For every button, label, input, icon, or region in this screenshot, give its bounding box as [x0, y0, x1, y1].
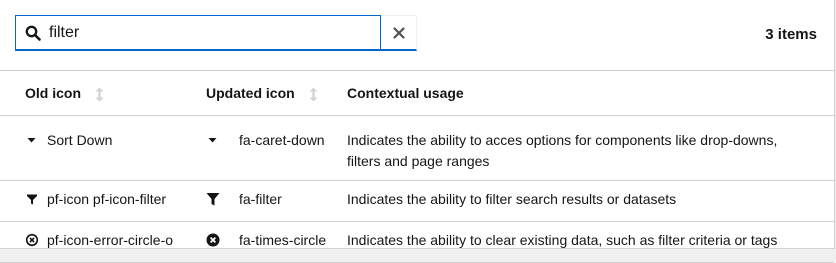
filter-icon	[27, 194, 37, 204]
old-icon-cell	[0, 221, 47, 262]
table-header-row: Old icon Updated icon Contextual usage	[0, 71, 834, 115]
caret-down-icon	[27, 137, 36, 142]
column-header-label: Contextual usage	[347, 85, 464, 101]
column-header-old-icon[interactable]: Old icon	[0, 71, 197, 115]
search-box[interactable]	[15, 15, 381, 51]
search-icon	[25, 25, 41, 41]
new-icon-name: fa-caret-down	[239, 131, 325, 148]
toolbar: 3 items	[0, 0, 834, 71]
sort-icon	[95, 87, 104, 102]
usage-text: Indicates the ability to acces options f…	[347, 131, 778, 169]
error-circle-outline-icon	[25, 233, 39, 246]
old-icon-name: Sort Down	[47, 131, 113, 148]
new-icon-cell	[197, 221, 239, 262]
icon-table: Old icon Updated icon Contextual usage S…	[0, 71, 834, 263]
column-header-label: Old icon	[25, 85, 81, 101]
new-icon-cell	[197, 115, 239, 180]
table-row: pf-icon pf-icon-filter fa-filter Indicat…	[0, 180, 834, 221]
new-icon-cell	[197, 180, 239, 221]
new-icon-name: fa-times-circle	[239, 231, 327, 248]
filter-icon	[206, 192, 220, 205]
table-row: pf-icon-error-circle-o fa-times-circle I…	[0, 221, 834, 262]
old-icon-name: pf-icon pf-icon-filter	[47, 190, 167, 207]
new-icon-name: fa-filter	[239, 190, 282, 207]
caret-down-icon	[208, 137, 217, 142]
sort-icon	[309, 87, 318, 102]
old-icon-name: pf-icon-error-circle-o	[47, 231, 174, 248]
times-circle-icon	[206, 233, 220, 246]
close-icon	[392, 26, 405, 39]
table-row: Sort Down fa-caret-down Indicates the ab…	[0, 115, 834, 180]
clear-search-button[interactable]	[381, 15, 417, 51]
old-icon-cell	[0, 115, 47, 180]
item-count: 3 items	[765, 26, 817, 43]
old-icon-cell	[0, 180, 47, 221]
icon-table-card: 3 items Old icon Updated icon Contex	[0, 0, 835, 262]
usage-text: Indicates the ability to filter search r…	[347, 190, 677, 207]
column-header-label: Updated icon	[206, 85, 295, 101]
column-header-usage: Contextual usage	[347, 71, 834, 115]
column-header-updated-icon[interactable]: Updated icon	[197, 71, 347, 115]
usage-text: Indicates the ability to clear existing …	[347, 231, 778, 248]
search-input[interactable]	[49, 22, 369, 44]
